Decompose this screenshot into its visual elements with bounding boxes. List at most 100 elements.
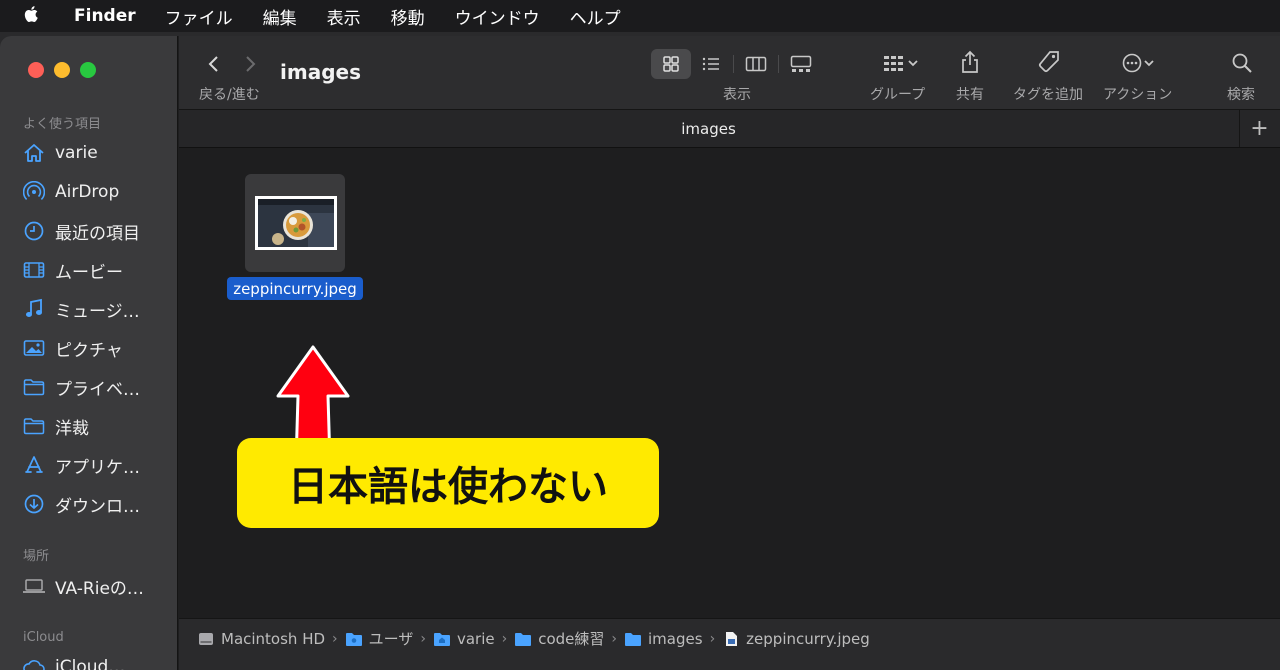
search-label: 検索 bbox=[1227, 87, 1255, 103]
path-bar: Macintosh HD › ユーザ › varie › code練習 › im… bbox=[179, 618, 1280, 658]
group-button[interactable] bbox=[877, 50, 925, 76]
photo-icon bbox=[22, 336, 46, 360]
path-item-images[interactable]: images bbox=[624, 630, 703, 648]
search-icon bbox=[1232, 53, 1252, 73]
gallery-icon bbox=[790, 55, 812, 72]
window-controls bbox=[28, 62, 96, 78]
sidebar-item-label: ピクチャ bbox=[55, 340, 123, 361]
gallery-view-button[interactable] bbox=[781, 49, 821, 79]
icon-view-button[interactable] bbox=[651, 49, 691, 79]
sidebar-item-recents[interactable]: 最近の項目 bbox=[22, 216, 172, 246]
chevron-right-icon: › bbox=[420, 630, 426, 647]
action-button[interactable] bbox=[1117, 50, 1159, 76]
sidebar-item-icloud-drive[interactable]: iCloud… bbox=[22, 652, 172, 670]
back-forward-label: 戻る/進む bbox=[199, 87, 260, 103]
more-icon bbox=[1122, 53, 1142, 73]
sidebar-item-label: iCloud… bbox=[55, 657, 126, 670]
list-view-button[interactable] bbox=[691, 49, 731, 79]
group-icon bbox=[884, 56, 903, 71]
menu-view[interactable]: 表示 bbox=[327, 4, 361, 29]
sidebar-section-locations: 場所 bbox=[23, 549, 50, 564]
close-button[interactable] bbox=[28, 62, 44, 78]
apps-icon bbox=[22, 453, 46, 477]
music-icon bbox=[22, 297, 46, 321]
sidebar-item-airdrop[interactable]: AirDrop bbox=[22, 177, 172, 207]
file-area: zeppincurry.jpeg bbox=[179, 148, 1280, 618]
sidebar-item-movies[interactable]: ムービー bbox=[22, 255, 172, 285]
sidebar-item-label: ダウンロ… bbox=[55, 496, 140, 517]
tab-bar: images + bbox=[179, 109, 1280, 147]
folder-icon bbox=[22, 414, 46, 438]
home-icon bbox=[22, 141, 46, 165]
sidebar-item-pictures[interactable]: ピクチャ bbox=[22, 333, 172, 363]
chevron-right-icon: › bbox=[332, 630, 338, 647]
share-icon bbox=[962, 50, 978, 73]
view-divider bbox=[778, 55, 779, 73]
sidebar-item-private[interactable]: プライベ… bbox=[22, 372, 172, 402]
sidebar-item-label: ミュージ… bbox=[55, 301, 140, 322]
path-item-label: code練習 bbox=[538, 630, 605, 648]
path-item-label: zeppincurry.jpeg bbox=[746, 629, 870, 648]
chevron-right-icon bbox=[246, 56, 256, 72]
tab-images[interactable]: images bbox=[179, 110, 1238, 147]
path-item-label: Macintosh HD bbox=[221, 629, 326, 648]
sidebar: よく使う項目 varie AirDrop 最近の項目 ムービー ミュージ… ピク… bbox=[0, 36, 178, 670]
view-divider bbox=[733, 55, 734, 73]
status-bar bbox=[179, 658, 1280, 670]
sidebar-item-label: アプリケ… bbox=[55, 457, 140, 478]
menu-app-finder[interactable]: Finder bbox=[74, 6, 136, 26]
path-item-varie[interactable]: varie bbox=[433, 630, 495, 648]
tag-button[interactable] bbox=[1035, 49, 1063, 75]
menu-help[interactable]: ヘルプ bbox=[570, 4, 621, 29]
new-tab-button[interactable]: + bbox=[1239, 110, 1279, 147]
sidebar-item-label: 最近の項目 bbox=[55, 223, 140, 244]
sidebar-item-macbook[interactable]: VA-Rieの… bbox=[22, 571, 172, 601]
sidebar-item-varie[interactable]: varie bbox=[22, 138, 172, 168]
chevron-down-icon bbox=[1144, 60, 1154, 67]
sidebar-section-favorites: よく使う項目 bbox=[23, 117, 102, 132]
folder-icon bbox=[515, 632, 532, 646]
search-button[interactable] bbox=[1229, 50, 1255, 76]
file-name-label[interactable]: zeppincurry.jpeg bbox=[227, 277, 363, 300]
view-switcher bbox=[651, 49, 821, 79]
back-button[interactable] bbox=[201, 52, 227, 76]
chevron-right-icon: › bbox=[501, 630, 508, 647]
sidebar-item-music[interactable]: ミュージ… bbox=[22, 294, 172, 324]
sidebar-item-label: varie bbox=[55, 143, 98, 163]
laptop-icon bbox=[22, 574, 46, 598]
zoom-button[interactable] bbox=[80, 62, 96, 78]
view-label: 表示 bbox=[723, 87, 751, 103]
plus-icon: + bbox=[1250, 116, 1269, 141]
menu-file[interactable]: ファイル bbox=[165, 4, 233, 29]
sidebar-item-sewing[interactable]: 洋裁 bbox=[22, 411, 172, 441]
menu-edit[interactable]: 編集 bbox=[263, 4, 297, 29]
column-view-button[interactable] bbox=[736, 49, 776, 79]
menu-go[interactable]: 移動 bbox=[391, 4, 425, 29]
sidebar-item-label: プライベ… bbox=[55, 379, 140, 400]
image-file-icon bbox=[726, 631, 738, 646]
sidebar-item-label: ムービー bbox=[55, 262, 123, 283]
path-item-code[interactable]: code練習 bbox=[514, 628, 604, 649]
film-icon bbox=[22, 258, 46, 282]
chevron-left-icon bbox=[208, 56, 218, 72]
minimize-button[interactable] bbox=[54, 62, 70, 78]
sidebar-item-label: VA-Rieの… bbox=[55, 578, 144, 599]
annotation-callout: 日本語は使わない bbox=[237, 438, 659, 528]
sidebar-item-applications[interactable]: アプリケ… bbox=[22, 450, 172, 480]
list-icon bbox=[702, 57, 719, 71]
share-button[interactable] bbox=[957, 48, 983, 76]
apple-icon[interactable] bbox=[22, 4, 56, 29]
sidebar-item-downloads[interactable]: ダウンロ… bbox=[22, 489, 172, 519]
menu-window[interactable]: ウインドウ bbox=[455, 4, 540, 29]
home-folder-icon bbox=[433, 632, 450, 646]
tag-icon bbox=[1038, 51, 1059, 73]
path-item-file[interactable]: zeppincurry.jpeg bbox=[722, 630, 870, 648]
chevron-right-icon: › bbox=[611, 630, 618, 647]
sidebar-section-icloud: iCloud bbox=[23, 630, 64, 645]
forward-button[interactable] bbox=[237, 52, 263, 76]
path-item-users[interactable]: ユーザ bbox=[345, 628, 413, 649]
path-item-macintosh-hd[interactable]: Macintosh HD bbox=[197, 630, 325, 648]
action-label: アクション bbox=[1103, 87, 1173, 103]
menu-bar: Finder ファイル 編集 表示 移動 ウインドウ ヘルプ bbox=[0, 0, 1280, 32]
tag-label: タグを追加 bbox=[1013, 87, 1083, 103]
